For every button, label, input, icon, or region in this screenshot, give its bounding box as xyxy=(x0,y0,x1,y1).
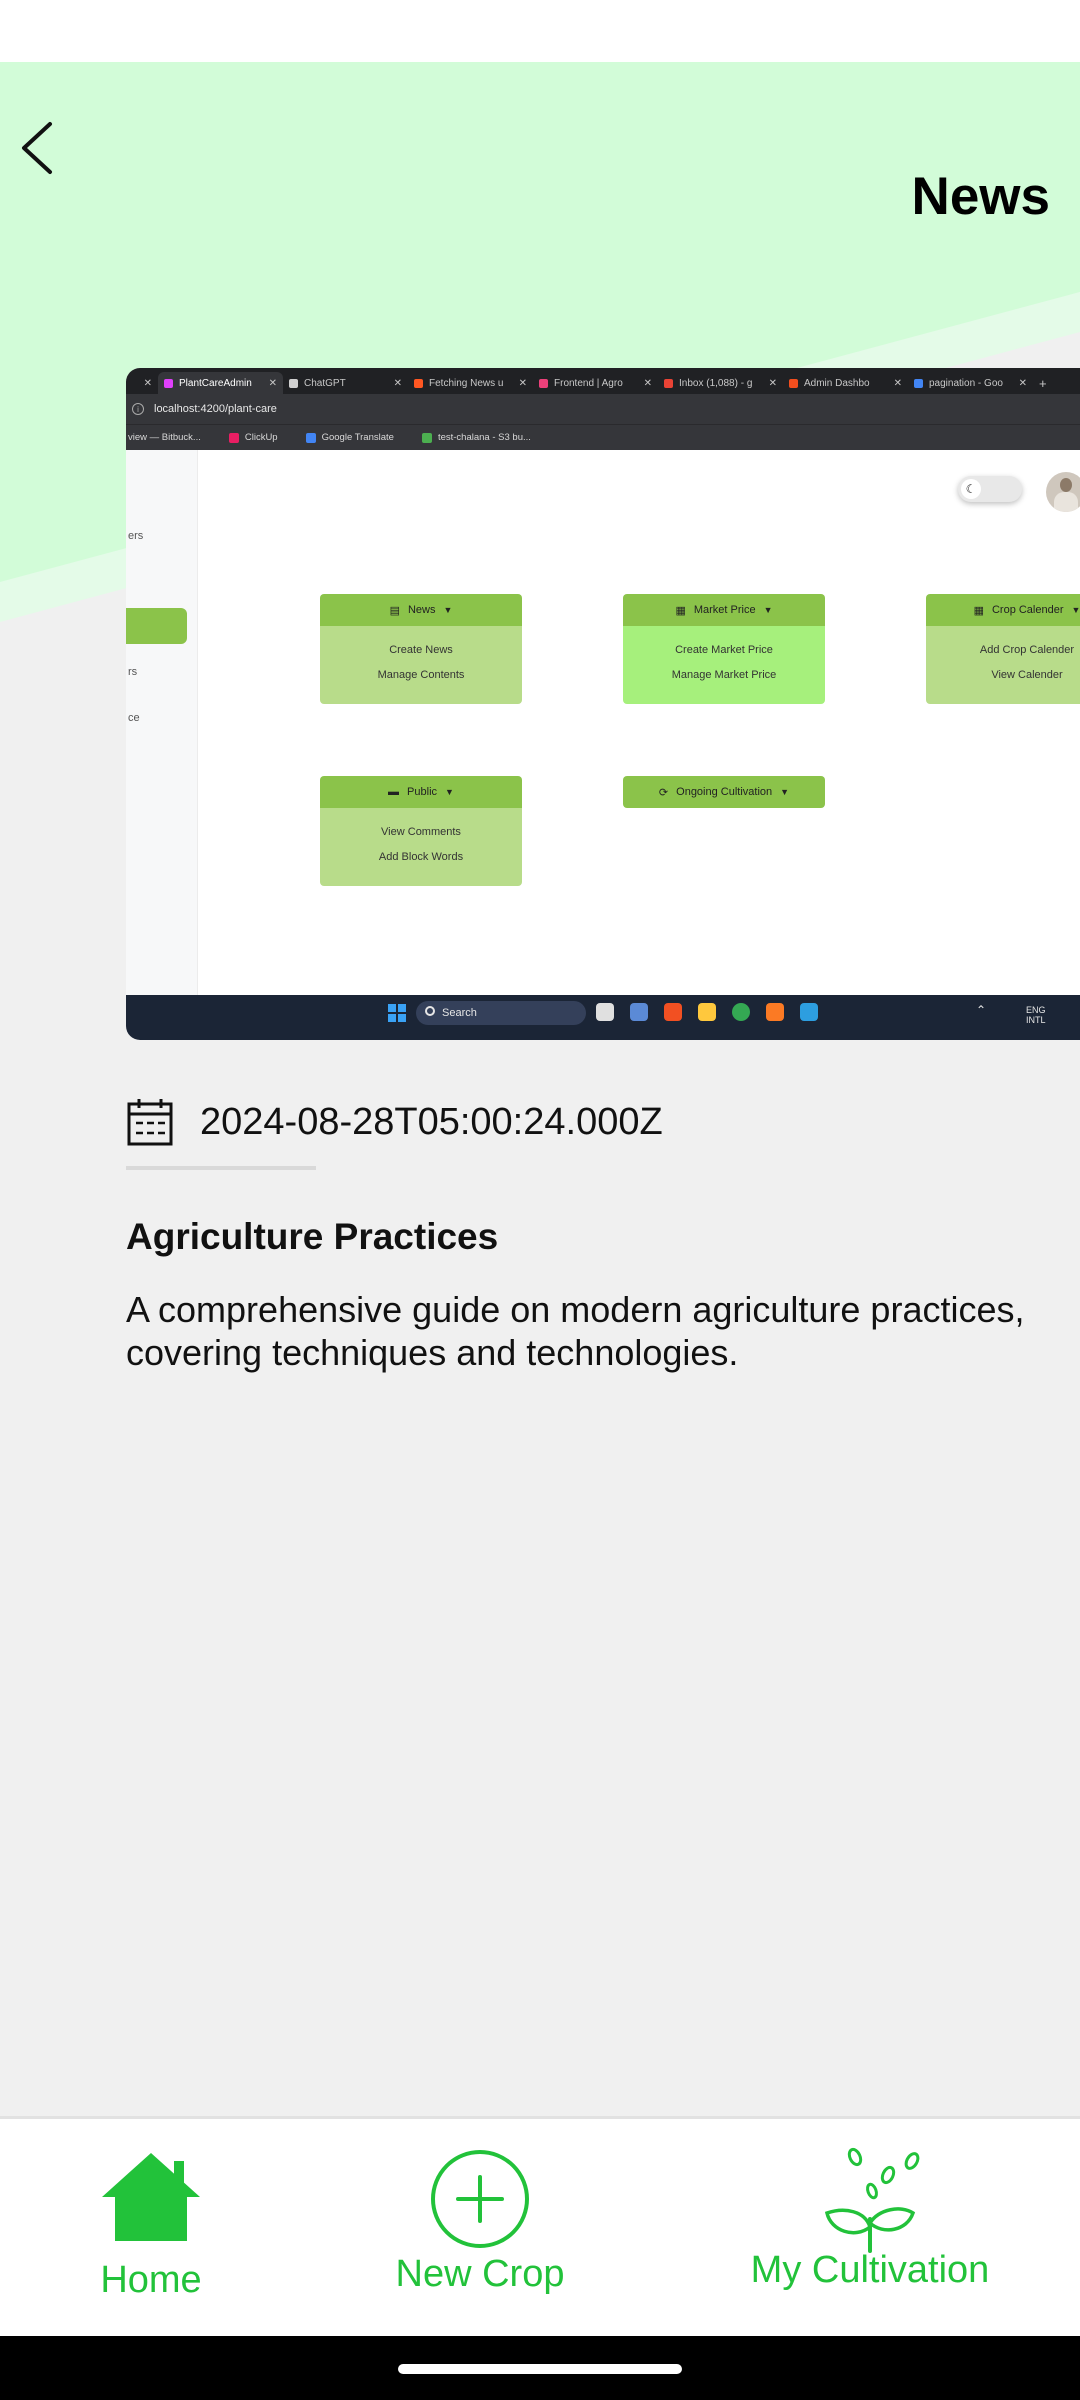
news-image: ✕ PlantCareAdmin ✕ ChatGPT ✕ Fetching News… xyxy=(126,368,1080,1040)
chevron-up-icon: ⌃ xyxy=(976,1003,987,1017)
publish-date: 2024-08-28T05:00:24.000Z xyxy=(200,1100,663,1143)
back-button[interactable] xyxy=(8,112,68,184)
browser-url: localhost:4200/plant-care xyxy=(154,403,277,415)
news-detail-screen: News ✕ PlantCareAdmin ✕ ChatGPT ✕ Fetching… xyxy=(0,0,1080,2400)
browser-tab: ChatGPT ✕ xyxy=(283,372,408,394)
copilot-icon xyxy=(664,1003,682,1021)
browser-tab: Frontend | Agro ✕ xyxy=(533,372,658,394)
chevron-down-icon: ▼ xyxy=(780,787,790,797)
article-description: A comprehensive guide on modern agricult… xyxy=(126,1289,1025,1373)
windows-start-icon xyxy=(388,1004,406,1022)
home-gesture-handle[interactable] xyxy=(398,2364,682,2374)
info-icon: i xyxy=(132,403,144,415)
dark-mode-toggle: ☾ xyxy=(958,476,1022,502)
tab-favicon-icon xyxy=(664,378,673,388)
chevron-left-icon xyxy=(22,122,52,174)
card-body: Add Crop Calender View Calender xyxy=(926,626,1080,704)
chrome-icon xyxy=(732,1003,750,1021)
bookmark: view — Bitbuck... xyxy=(128,432,201,443)
nav-new-crop[interactable]: New Crop xyxy=(380,2147,580,2296)
windows-taskbar: Search ⌃ ENG INTL xyxy=(126,995,1080,1040)
search-icon xyxy=(425,1006,435,1016)
tab-favicon-icon xyxy=(914,378,923,388)
card-header: ▦ Crop Calender ▼ xyxy=(926,594,1080,626)
sidebar-item-label: ce xyxy=(128,712,140,724)
card-body: View Comments Add Block Words xyxy=(320,808,522,886)
clickup-icon xyxy=(228,432,239,443)
browser-url-bar: i localhost:4200/plant-care xyxy=(126,394,1080,424)
page-title: News xyxy=(911,167,1050,226)
nav-label: Home xyxy=(100,2259,202,2301)
moon-icon: ☾ xyxy=(961,479,981,499)
card-header: ▤ News ▼ xyxy=(320,594,522,626)
nav-label: My Cultivation xyxy=(750,2249,990,2291)
app-icon xyxy=(630,1003,648,1021)
calendar-icon xyxy=(127,1099,173,1146)
browser-tab-bar: ✕ PlantCareAdmin ✕ ChatGPT ✕ Fetching News… xyxy=(126,368,1080,394)
browser-tab: Inbox (1,088) - g ✕ xyxy=(658,372,783,394)
home-icon xyxy=(102,2153,200,2241)
avatar xyxy=(1046,472,1080,512)
vscode-icon xyxy=(800,1003,818,1021)
tab-favicon-icon xyxy=(539,378,548,388)
xampp-icon xyxy=(766,1003,784,1021)
sidebar-item-label: rs xyxy=(128,666,138,678)
browser-bookmarks-bar: view — Bitbuck... ClickUp Google Transla… xyxy=(126,424,1080,450)
comment-icon: ▬ xyxy=(388,786,400,798)
newspaper-icon: ▤ xyxy=(389,604,400,617)
calendar-icon: ▦ xyxy=(973,604,984,617)
chevron-down-icon: ▼ xyxy=(763,605,773,615)
card-header: ▬ Public ▼ xyxy=(320,776,522,808)
bookmark: test-chalana - S3 bu... xyxy=(421,432,545,443)
card-body: Create News Manage Contents xyxy=(320,626,522,704)
calendar-icon: ▦ xyxy=(675,604,686,617)
admin-card-public: ▬ Public ▼ View Comments Add Block Words xyxy=(320,776,522,886)
tab-favicon-icon xyxy=(789,378,798,388)
plus-circle-icon xyxy=(431,2150,529,2248)
divider xyxy=(126,1166,316,1170)
browser-tab: pagination - Goo ✕ xyxy=(908,372,1033,394)
chevron-down-icon: ▼ xyxy=(1071,605,1080,615)
nav-my-cultivation[interactable]: My Cultivation xyxy=(740,2147,1000,2292)
chevron-down-icon: ▼ xyxy=(443,605,453,615)
chevron-down-icon: ▼ xyxy=(445,787,454,797)
tab-favicon-icon xyxy=(414,378,423,388)
taskbar-search: Search xyxy=(416,1001,586,1025)
s3-bucket-icon xyxy=(421,432,432,443)
browser-tab-partial: ✕ xyxy=(143,377,152,389)
sidebar-active-item xyxy=(126,608,187,644)
folder-icon xyxy=(698,1003,716,1021)
new-tab-icon: + xyxy=(1039,375,1047,391)
system-navigation-bar xyxy=(0,2336,1080,2400)
status-bar xyxy=(0,0,1080,62)
article-title: Agriculture Practices xyxy=(126,1216,499,1257)
card-header: ▦ Market Price ▼ xyxy=(623,594,825,626)
sidebar-item-label: ers xyxy=(128,530,144,542)
admin-card-news: ▤ News ▼ Create News Manage Contents xyxy=(320,594,522,704)
card-header: ⟳ Ongoing Cultivation ▼ xyxy=(623,776,825,808)
admin-sidebar: ers rs ce xyxy=(126,450,198,995)
refresh-icon: ⟳ xyxy=(658,786,669,799)
google-translate-icon xyxy=(305,432,316,443)
bottom-navigation: Home New Crop My Cultivation xyxy=(0,2116,1080,2336)
language-indicator: ENG INTL xyxy=(1026,1005,1046,1025)
admin-card-market-price: ▦ Market Price ▼ Create Market Price Manage… xyxy=(623,594,825,704)
admin-card-ongoing-cultivation: ⟳ Ongoing Cultivation ▼ xyxy=(623,776,825,808)
nav-label: New Crop xyxy=(395,2253,565,2295)
browser-tab: Admin Dashbo ✕ xyxy=(783,372,908,394)
task-view-icon xyxy=(596,1003,614,1021)
card-body: Create Market Price Manage Market Price xyxy=(623,626,825,704)
browser-tab: PlantCareAdmin ✕ xyxy=(158,372,283,394)
admin-card-crop-calender: ▦ Crop Calender ▼ Add Crop Calender View Ca… xyxy=(926,594,1080,704)
sprout-icon xyxy=(824,2147,920,2253)
nav-home[interactable]: Home xyxy=(96,2145,206,2302)
tab-favicon-icon xyxy=(289,378,298,388)
bookmark: ClickUp xyxy=(228,432,292,443)
date-row: 2024-08-28T05:00:24.000Z xyxy=(126,1094,663,1150)
bookmark: Google Translate xyxy=(305,432,408,443)
tab-favicon-icon xyxy=(164,378,173,388)
browser-tab: Fetching News u ✕ xyxy=(408,372,533,394)
